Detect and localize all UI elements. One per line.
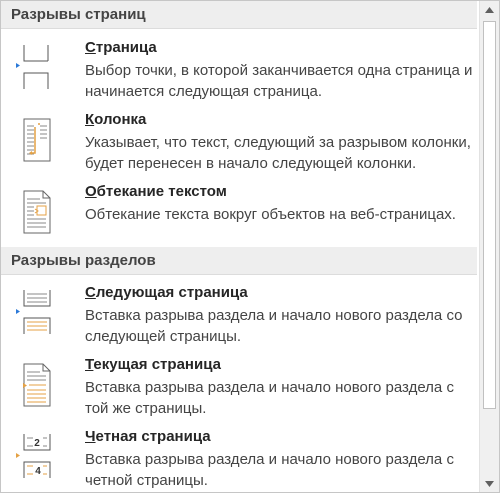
text-wrapping-icon <box>23 190 51 234</box>
breaks-dropdown-panel: Разрывы страниц Страница Выбор точки, в … <box>0 0 500 493</box>
page-break-icon <box>16 45 49 89</box>
next-page-section-icon <box>16 290 51 334</box>
icon-number-bottom: 4 <box>35 466 41 477</box>
vertical-scrollbar[interactable] <box>479 1 499 492</box>
even-page-section-icon: 2 4 <box>16 434 51 478</box>
menu-item-description: Вставка разрыва раздела и начало нового … <box>85 451 454 489</box>
menu-item-continuous[interactable]: Текущая страница Вставка разрыва раздела… <box>1 356 477 418</box>
scroll-thumb[interactable] <box>483 21 496 409</box>
menu-item-next-page[interactable]: Следующая страница Вставка разрыва разде… <box>1 284 477 346</box>
menu-item-title: Страница <box>85 39 157 56</box>
section-header-page-breaks: Разрывы страниц <box>1 1 477 29</box>
section-header-section-breaks: Разрывы разделов <box>1 247 477 275</box>
breaks-list: Разрывы страниц Страница Выбор точки, в … <box>1 1 477 492</box>
menu-item-even-page[interactable]: 2 4 Четная страница Вставка разрыва разд… <box>1 428 477 490</box>
menu-item-title: Следующая страница <box>85 284 248 301</box>
scroll-up-icon[interactable] <box>480 1 499 18</box>
menu-item-page-break[interactable]: Страница Выбор точки, в которой заканчив… <box>1 39 477 101</box>
menu-item-description: Обтекание текста вокруг объектов на веб-… <box>85 206 456 223</box>
menu-item-column-break[interactable]: Колонка Указывает, что текст, следующий … <box>1 111 477 173</box>
menu-item-description: Вставка разрыва раздела и начало нового … <box>85 307 463 345</box>
menu-item-description: Вставка разрыва раздела и начало нового … <box>85 379 454 417</box>
scroll-down-icon[interactable] <box>480 475 499 492</box>
continuous-section-icon <box>23 363 51 407</box>
menu-item-title: Текущая страница <box>85 356 221 373</box>
menu-item-description: Выбор точки, в которой заканчивается одн… <box>85 62 473 100</box>
icon-number-top: 2 <box>34 438 40 449</box>
menu-item-description: Указывает, что текст, следующий за разры… <box>85 134 471 172</box>
menu-item-text-wrapping[interactable]: Обтекание текстом Обтекание текста вокру… <box>1 183 477 234</box>
menu-item-title: Колонка <box>85 111 147 128</box>
menu-item-title: Четная страница <box>85 428 211 445</box>
column-break-icon <box>23 118 51 162</box>
menu-item-title: Обтекание текстом <box>85 183 227 200</box>
